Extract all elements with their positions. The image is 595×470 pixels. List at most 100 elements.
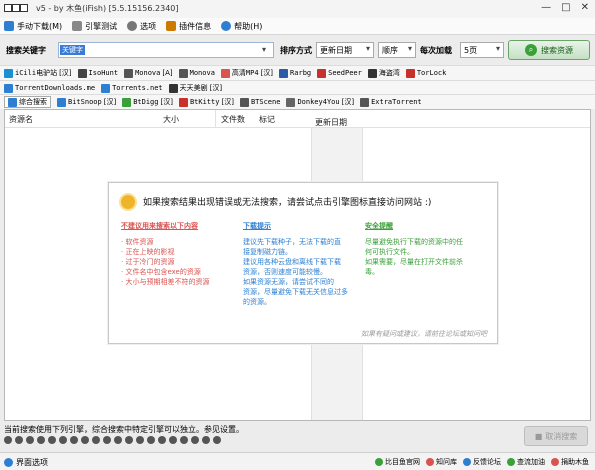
info-list-item: 接复制磁力链。 (243, 248, 292, 256)
engine-tab[interactable]: iCili电驴站 [汉] (4, 68, 72, 78)
engine-tab[interactable]: IsoHunt (77, 68, 118, 78)
engine-status-icon[interactable] (15, 436, 23, 444)
engine-status-icon[interactable] (81, 436, 89, 444)
engine-logo-icon (178, 68, 188, 78)
cancel-search-button[interactable]: ■ 取消搜索 (524, 426, 588, 446)
engine-label: Monova (189, 69, 215, 77)
column-header-mark[interactable]: 标记 (259, 114, 275, 125)
title-bar: v5 - by 木鱼(iFish) [5.5.15156.2340] — □ ✕ (0, 0, 595, 18)
engine-label: Torrents.net (112, 84, 163, 92)
engine-tab[interactable]: 综合搜索 (4, 96, 51, 108)
engine-tab[interactable]: TorrentDownloads.me (4, 83, 95, 93)
engine-status-icon[interactable] (26, 436, 34, 444)
column-divider (215, 110, 216, 128)
ui-options-button[interactable]: 界面选项 (4, 457, 48, 468)
per-page-select[interactable]: 5页 ▾ (460, 42, 504, 58)
engine-tab[interactable]: Torrents.net (101, 83, 163, 93)
engine-tab[interactable]: Donkey4You [汉] (286, 97, 354, 107)
info-list-item: · 大小与预期相差不符的资源 (121, 278, 210, 286)
engine-row-2: TorrentDownloads.me Torrents.net 天天美剧 [汉] (0, 80, 595, 95)
engine-logo-icon (57, 97, 66, 107)
column-header-size[interactable]: 大小 (163, 114, 179, 125)
footer-link-official-site[interactable]: 比目鱼官网 (375, 457, 420, 467)
info-list-item: 建议用各种云盘和离线下载下载 (243, 258, 341, 266)
info-list-item: · 过于冷门的资源 (121, 258, 175, 266)
chevron-down-icon: ▾ (495, 44, 500, 53)
engine-label: BitSnoop (68, 98, 102, 106)
menu-engine-test[interactable]: 引擎测试 (72, 21, 117, 32)
engine-status-icon[interactable] (48, 436, 56, 444)
footer-link-support[interactable]: 查流加油 (507, 457, 545, 467)
engine-tab[interactable]: SeedPeer (317, 68, 362, 78)
search-icon: ⌕ (525, 44, 537, 56)
minimize-icon[interactable]: — (541, 2, 551, 13)
search-dropdown-arrow-icon[interactable]: ▾ (262, 45, 266, 54)
engine-status-icon[interactable] (147, 436, 155, 444)
engine-tab[interactable]: ExtraTorrent (360, 97, 422, 107)
engine-tab[interactable]: BtKitty [汉] (178, 97, 234, 107)
engine-status-icon[interactable] (125, 436, 133, 444)
menu-manual-download[interactable]: 手动下载(M) (4, 21, 62, 32)
engine-logo-icon (8, 97, 17, 107)
engine-status-icon[interactable] (213, 436, 221, 444)
gear-icon (127, 21, 138, 31)
sort-select[interactable]: 更新日期 ▾ (316, 42, 374, 58)
engine-logo-icon (168, 83, 178, 93)
engine-tab[interactable]: BTScene (239, 97, 280, 107)
menu-plugin-info[interactable]: 插件信息 (166, 21, 211, 32)
info-list-item: 何可执行文件。 (365, 248, 414, 256)
search-button[interactable]: ⌕ 搜索资源 (508, 40, 590, 60)
engine-tab[interactable]: Monova (178, 68, 215, 78)
footer-link-donate[interactable]: 捐助木鱼 (551, 457, 589, 467)
engine-tab[interactable]: BitSnoop [汉] (57, 97, 116, 107)
column-header-updated[interactable]: 更新日期 (315, 117, 347, 128)
close-icon[interactable]: ✕ (581, 2, 589, 13)
engine-status-icon[interactable] (59, 436, 67, 444)
engine-logo-icon (239, 97, 249, 107)
engine-status-icon[interactable] (114, 436, 122, 444)
engine-status-icon[interactable] (103, 436, 111, 444)
engine-status-icon[interactable] (37, 436, 45, 444)
search-row: 搜索关键字 关键字 ▾ 排序方式 更新日期 ▾ 顺序 ▾ 每次加载 5页 ▾ ⌕… (0, 37, 595, 63)
engine-label: BtKitty (189, 98, 220, 106)
engine-tab[interactable]: Rarbg (279, 68, 311, 78)
engine-status-icon[interactable] (4, 436, 12, 444)
engine-label: BtDigg (133, 98, 159, 106)
engine-tab[interactable]: TorLock (405, 68, 447, 78)
info-list-item: 如果需要，尽量在打开文件前杀 (365, 258, 463, 266)
engine-status-icon[interactable] (70, 436, 78, 444)
menu-help[interactable]: 帮助(H) (221, 21, 262, 32)
info-list-item: · 文件名中包含exe的资源 (121, 268, 201, 276)
menu-options[interactable]: 选项 (127, 21, 156, 32)
column-header-file-count[interactable]: 文件数 (221, 114, 245, 125)
engine-tab[interactable]: 海盗湾 (367, 68, 400, 78)
engine-status-icon[interactable] (180, 436, 188, 444)
engine-label: Monova (135, 69, 161, 77)
chevron-down-icon: ▾ (407, 44, 412, 53)
engine-label: TorLock (416, 69, 447, 77)
maximize-icon[interactable]: □ (561, 2, 570, 13)
engine-status-icon[interactable] (92, 436, 100, 444)
column-header-name[interactable]: 资源名 (9, 114, 33, 125)
info-list-item: 资源，尽量避免下载无关信息过多 (243, 288, 348, 296)
engine-status-icon[interactable] (202, 436, 210, 444)
sun-icon (121, 195, 135, 209)
engine-status-icon[interactable] (169, 436, 177, 444)
info-footer-link[interactable]: 如果有疑问或建议，请前往论坛或知问吧 (361, 329, 487, 339)
engine-tab[interactable]: 天天美剧 [汉] (168, 83, 222, 93)
engine-tab[interactable]: BtDigg [汉] (122, 97, 173, 107)
search-input[interactable] (58, 42, 274, 58)
puzzle-icon (166, 21, 177, 31)
footer-link-knowledge-base[interactable]: 知问库 (426, 457, 457, 467)
stop-icon: ■ (534, 431, 543, 441)
engine-tab[interactable]: 高清MP4 [汉] (220, 68, 273, 78)
order-select[interactable]: 顺序 ▾ (378, 42, 416, 58)
engine-tab[interactable]: Monova [A] (124, 68, 173, 78)
info-panel: 如果搜索结果出现错误或无法搜索，请尝试点击引擎图标直接访问网站 :) 不建议用来… (108, 182, 498, 344)
footer-link-forum[interactable]: 反馈论坛 (463, 457, 501, 467)
engine-label: 天天美剧 (179, 84, 208, 92)
engine-status-icon[interactable] (158, 436, 166, 444)
engine-logo-icon (220, 68, 230, 78)
engine-status-icon[interactable] (136, 436, 144, 444)
engine-status-icon[interactable] (191, 436, 199, 444)
